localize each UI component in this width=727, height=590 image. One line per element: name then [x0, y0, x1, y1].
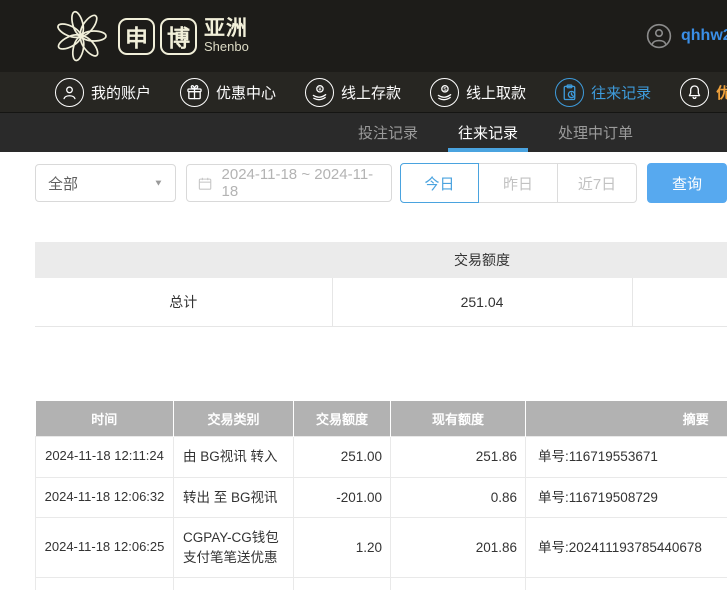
gift-icon: [180, 78, 209, 107]
table-row: 2024-11-18 12:11:24 由 BG视讯 转入 251.00 251…: [36, 437, 727, 478]
brand-subtitle: Shenbo: [204, 40, 249, 54]
table-row: 2024-11-18 12:06:25 CGPAY-CG钱包支付笔笔送优惠 1.…: [36, 518, 727, 578]
cell-memo: 单号:202411193785440678: [526, 578, 727, 590]
records-icon: [555, 78, 584, 107]
summary-table: 交易额度 总计 251.04: [35, 242, 727, 327]
table-row: 2024-11-18 12:06:32 转出 至 BG视讯 -201.00 0.…: [36, 477, 727, 518]
type-select-value: 全部: [48, 173, 78, 194]
cell-memo: 单号:116719553671: [526, 437, 727, 478]
today-button[interactable]: 今日: [400, 163, 479, 203]
cell-balance: 201.86: [391, 518, 526, 578]
main-nav: 我的账户 优惠中心 ¥ 线上存款 $ 线上取款 往来记录: [0, 72, 727, 113]
col-header-memo: 摘要: [526, 401, 727, 437]
summary-header-row: 交易额度: [35, 242, 727, 278]
summary-total-label: 总计: [35, 278, 332, 326]
col-header-type: 交易类别: [174, 401, 294, 437]
col-header-balance: 现有额度: [391, 401, 526, 437]
nav-item-promotions[interactable]: 优惠中心: [180, 78, 276, 107]
cell-memo: 单号:202411193785440678: [526, 518, 727, 578]
today-label: 今日: [424, 173, 454, 194]
type-select[interactable]: 全部 ▼: [35, 164, 176, 202]
bell-icon: [680, 78, 709, 107]
summary-header-amount: 交易额度: [332, 242, 632, 278]
filter-bar: 全部 ▼ 2024-11-18 ~ 2024-11-18 今日 昨日 近7日 查…: [35, 163, 727, 203]
table-header-row: 时间 交易类别 交易额度 现有额度 摘要: [36, 401, 727, 437]
brand-logo[interactable]: 申 博 亚洲 Shenbo: [52, 7, 249, 65]
summary-total-row: 总计 251.04: [35, 278, 727, 326]
cell-type: 转出 至 BG视讯: [174, 477, 294, 518]
cell-balance: 0.86: [391, 477, 526, 518]
tab-label: 处理中订单: [558, 122, 633, 143]
sub-tab-bar: 投注记录 往来记录 处理中订单: [0, 113, 727, 152]
nav-label: 优: [716, 82, 727, 103]
summary-empty-cell: [632, 278, 727, 326]
tab-transaction-records[interactable]: 往来记录: [452, 113, 524, 152]
nav-item-announcements[interactable]: 优: [680, 78, 727, 107]
top-header: 申 博 亚洲 Shenbo qhhw2: [0, 0, 727, 72]
cell-balance: 251.86: [391, 437, 526, 478]
chevron-down-icon: ▼: [154, 178, 164, 187]
cell-time: 2024-11-18 12:06:25: [36, 578, 174, 590]
cell-type: 由 BG视讯 转入: [174, 437, 294, 478]
brand-char-bo: 博: [160, 18, 197, 55]
cell-memo: 单号:116719508729: [526, 477, 727, 518]
summary-header-empty: [35, 242, 332, 278]
user-icon: [55, 78, 84, 107]
deposit-icon: ¥: [305, 78, 334, 107]
nav-label: 线上存款: [341, 82, 401, 103]
cell-time: 2024-11-18 12:06:25: [36, 518, 174, 578]
quick-date-buttons: 今日 昨日 近7日: [400, 163, 637, 203]
transactions-table: 时间 交易类别 交易额度 现有额度 摘要 2024-11-18 12:11:24…: [35, 401, 727, 590]
cell-amount: 251.00: [294, 437, 391, 478]
cell-type: CGPAY-CG钱包支付笔笔送优惠: [174, 518, 294, 578]
cell-type: CGPAY支付: [174, 578, 294, 590]
brand-char-shen: 申: [118, 18, 155, 55]
summary-header-empty: [632, 242, 727, 278]
tab-label: 投注记录: [358, 122, 418, 143]
cell-balance: 200.66: [391, 578, 526, 590]
tab-pending-orders[interactable]: 处理中订单: [552, 113, 639, 152]
brand-region: 亚洲: [204, 18, 249, 40]
withdraw-icon: $: [430, 78, 459, 107]
nav-label: 优惠中心: [216, 82, 276, 103]
last7days-button[interactable]: 近7日: [558, 163, 637, 203]
cell-time: 2024-11-18 12:06:32: [36, 477, 174, 518]
nav-item-transaction-records[interactable]: 往来记录: [555, 78, 651, 107]
tab-betting-records[interactable]: 投注记录: [352, 113, 424, 152]
page: 申 博 亚洲 Shenbo qhhw2 我的账户: [0, 0, 727, 590]
table-row: 2024-11-18 12:06:25 CGPAY支付 200.00 200.6…: [36, 578, 727, 590]
nav-label: 我的账户: [91, 82, 151, 103]
nav-item-my-account[interactable]: 我的账户: [55, 78, 151, 107]
cell-amount: -201.00: [294, 477, 391, 518]
nav-item-withdraw[interactable]: $ 线上取款: [430, 78, 526, 107]
search-button[interactable]: 查询: [647, 163, 727, 203]
date-range-input[interactable]: 2024-11-18 ~ 2024-11-18: [186, 164, 392, 202]
date-range-value: 2024-11-18 ~ 2024-11-18: [222, 166, 381, 200]
user-account[interactable]: qhhw2: [646, 0, 727, 72]
yesterday-label: 昨日: [503, 173, 533, 194]
summary-total-value: 251.04: [332, 278, 632, 326]
nav-label: 线上取款: [466, 82, 526, 103]
calendar-icon: [197, 175, 213, 192]
cell-amount: 1.20: [294, 518, 391, 578]
username-text: qhhw2: [681, 27, 727, 45]
cell-amount: 200.00: [294, 578, 391, 590]
nav-item-deposit[interactable]: ¥ 线上存款: [305, 78, 401, 107]
nav-label: 往来记录: [591, 82, 651, 103]
yesterday-button[interactable]: 昨日: [479, 163, 558, 203]
flower-logo-icon: [52, 7, 110, 65]
avatar-icon: [646, 23, 672, 49]
cell-time: 2024-11-18 12:11:24: [36, 437, 174, 478]
last7days-label: 近7日: [578, 173, 616, 194]
col-header-time: 时间: [36, 401, 174, 437]
tab-label: 往来记录: [458, 122, 518, 143]
col-header-amount: 交易额度: [294, 401, 391, 437]
